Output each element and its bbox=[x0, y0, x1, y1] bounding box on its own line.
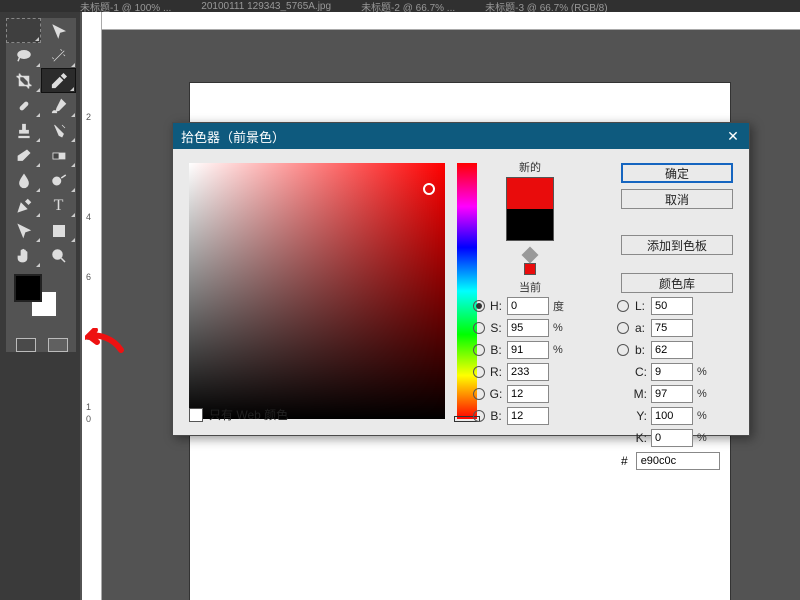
radio-b2[interactable] bbox=[617, 344, 629, 356]
b-input[interactable] bbox=[507, 341, 549, 359]
lab-b-input[interactable] bbox=[651, 341, 693, 359]
dialog-titlebar[interactable]: 拾色器（前景色） ✕ bbox=[173, 123, 749, 149]
stamp-tool[interactable] bbox=[6, 118, 41, 143]
ok-button[interactable]: 确定 bbox=[621, 163, 733, 183]
history-brush-tool[interactable] bbox=[41, 118, 76, 143]
g-input[interactable] bbox=[507, 385, 549, 403]
heal-tool[interactable] bbox=[6, 93, 41, 118]
ruler-vertical: 2 4 6 8 1 0 bbox=[82, 12, 102, 600]
c-input[interactable] bbox=[651, 363, 693, 381]
label-new: 新的 bbox=[495, 159, 565, 175]
current-color-swatch[interactable] bbox=[507, 209, 553, 240]
wand-tool[interactable] bbox=[41, 43, 76, 68]
blur-tool[interactable] bbox=[6, 168, 41, 193]
picker-cursor-icon bbox=[423, 183, 435, 195]
gradient-tool[interactable] bbox=[41, 143, 76, 168]
cancel-button[interactable]: 取消 bbox=[621, 189, 733, 209]
move-tool[interactable] bbox=[41, 18, 76, 43]
foreground-swatch[interactable] bbox=[14, 274, 42, 302]
dodge-tool[interactable] bbox=[41, 168, 76, 193]
hand-tool[interactable] bbox=[6, 243, 41, 268]
hex-label: # bbox=[621, 454, 628, 468]
a-input[interactable] bbox=[651, 319, 693, 337]
color-picker-dialog: 拾色器（前景色） ✕ 新的 当前 确定 取消 添加到色板 颜色库 bbox=[172, 122, 750, 436]
hex-input[interactable] bbox=[636, 452, 720, 470]
radio-g[interactable] bbox=[473, 388, 485, 400]
eyedropper-tool[interactable] bbox=[41, 68, 76, 93]
radio-b[interactable] bbox=[473, 344, 485, 356]
screenmode-icon[interactable] bbox=[48, 338, 68, 352]
color-library-button[interactable]: 颜色库 bbox=[621, 273, 733, 293]
r-input[interactable] bbox=[507, 363, 549, 381]
label-current: 当前 bbox=[495, 279, 565, 295]
m-input[interactable] bbox=[651, 385, 693, 403]
gamut-warning-icon[interactable] bbox=[522, 247, 539, 264]
lasso-tool[interactable] bbox=[6, 43, 41, 68]
ruler-horizontal bbox=[82, 12, 800, 30]
shape-tool[interactable] bbox=[41, 218, 76, 243]
zoom-tool[interactable] bbox=[41, 243, 76, 268]
toolbox: T bbox=[6, 18, 76, 352]
document-tabs: 未标题-1 @ 100% ... 20100111 129343_5765A.j… bbox=[0, 0, 800, 12]
dialog-title: 拾色器（前景色） bbox=[181, 127, 285, 146]
pen-tool[interactable] bbox=[6, 193, 41, 218]
rgb-b-input[interactable] bbox=[507, 407, 549, 425]
close-icon[interactable]: ✕ bbox=[725, 128, 741, 144]
type-tool[interactable]: T bbox=[41, 193, 76, 218]
new-color-swatch[interactable] bbox=[507, 178, 553, 209]
radio-r[interactable] bbox=[473, 366, 485, 378]
radio-h[interactable] bbox=[473, 300, 485, 312]
color-swatches[interactable] bbox=[14, 274, 64, 324]
quickmask-icon[interactable] bbox=[16, 338, 36, 352]
l-input[interactable] bbox=[651, 297, 693, 315]
eraser-tool[interactable] bbox=[6, 143, 41, 168]
add-swatch-button[interactable]: 添加到色板 bbox=[621, 235, 733, 255]
web-only-checkbox[interactable] bbox=[189, 408, 203, 422]
s-input[interactable] bbox=[507, 319, 549, 337]
radio-a[interactable] bbox=[617, 322, 629, 334]
color-field[interactable] bbox=[189, 163, 445, 419]
k-input[interactable] bbox=[651, 429, 693, 447]
tab[interactable]: 20100111 129343_5765A.jpg bbox=[201, 1, 331, 12]
crop-tool[interactable] bbox=[6, 68, 41, 93]
web-only-label: 只有 Web 颜色 bbox=[209, 406, 288, 423]
radio-s[interactable] bbox=[473, 322, 485, 334]
marquee-tool[interactable] bbox=[6, 18, 41, 43]
path-select-tool[interactable] bbox=[6, 218, 41, 243]
radio-b3[interactable] bbox=[473, 410, 485, 422]
h-input[interactable] bbox=[507, 297, 549, 315]
brush-tool[interactable] bbox=[41, 93, 76, 118]
websafe-swatch[interactable] bbox=[524, 263, 536, 275]
y-input[interactable] bbox=[651, 407, 693, 425]
radio-l[interactable] bbox=[617, 300, 629, 312]
